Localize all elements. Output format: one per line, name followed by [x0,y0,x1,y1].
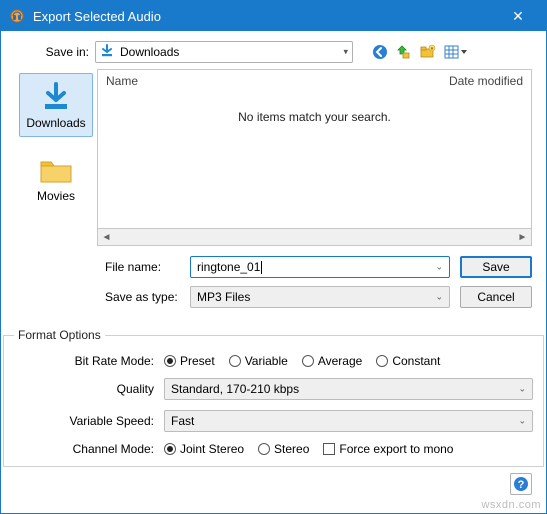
window-title: Export Selected Audio [33,9,498,24]
bitrate-radio-average[interactable]: Average [302,354,362,368]
channel-radio-stereo[interactable]: Stereo [258,442,309,456]
channel-label: Channel Mode: [14,442,164,456]
bitrate-radio-preset[interactable]: Preset [164,354,215,368]
help-button[interactable]: ? [510,473,532,495]
column-header-date[interactable]: Date modified [449,74,523,88]
scroll-left-icon[interactable]: ◄ [98,232,115,243]
quality-combo[interactable]: Standard, 170-210 kbps ⌄ [164,378,533,400]
bitrate-radio-variable[interactable]: Variable [229,354,288,368]
savein-value: Downloads [120,45,179,59]
text-cursor [261,261,262,274]
saveastype-label: Save as type: [15,290,190,304]
savein-label: Save in: [15,45,95,59]
column-header-name[interactable]: Name [106,74,449,88]
chevron-down-icon[interactable]: ⌄ [435,262,443,273]
nav-up-button[interactable] [395,43,413,61]
nav-newfolder-button[interactable]: ★ [419,43,437,61]
radio-icon [164,355,176,367]
bitrate-radio-constant[interactable]: Constant [376,354,440,368]
scroll-right-icon[interactable]: ► [514,232,531,243]
file-list[interactable]: Name Date modified No items match your s… [97,69,532,229]
app-icon [9,8,25,24]
channel-radio-joint[interactable]: Joint Stereo [164,442,244,456]
force-mono-checkbox[interactable]: Force export to mono [323,442,453,456]
chevron-down-icon: ▾ [343,47,348,58]
chevron-down-icon: ⌄ [518,384,526,395]
cancel-button[interactable]: Cancel [460,286,532,308]
radio-icon [376,355,388,367]
chevron-down-icon: ⌄ [518,416,526,427]
saveastype-combo[interactable]: MP3 Files ⌄ [190,286,450,308]
radio-icon [258,443,270,455]
varspeed-label: Variable Speed: [14,414,164,428]
quality-label: Quality [14,382,164,396]
folder-icon [21,153,91,187]
format-options-legend: Format Options [14,328,105,342]
radio-icon [164,443,176,455]
svg-text:★: ★ [430,46,435,52]
svg-text:?: ? [518,479,525,491]
varspeed-combo[interactable]: Fast ⌄ [164,410,533,432]
savein-combo[interactable]: Downloads ▾ [95,41,353,63]
places-sidebar: Downloads Movies [15,69,97,229]
nav-viewmenu-button[interactable] [443,43,469,61]
title-bar: Export Selected Audio ✕ [1,1,546,31]
save-button[interactable]: Save [460,256,532,278]
sidebar-item-label: Movies [21,189,91,203]
radio-icon [302,355,314,367]
chevron-down-icon: ⌄ [435,292,443,303]
filename-label: File name: [15,260,190,274]
bitrate-label: Bit Rate Mode: [14,354,164,368]
close-button[interactable]: ✕ [498,1,538,31]
sidebar-item-label: Downloads [22,116,90,130]
empty-message: No items match your search. [98,110,531,124]
download-icon [22,80,90,114]
sidebar-item-downloads[interactable]: Downloads [19,73,93,137]
radio-icon [229,355,241,367]
format-options-group: Format Options Bit Rate Mode: Preset Var… [3,328,544,467]
download-icon [100,44,114,61]
sidebar-item-movies[interactable]: Movies [19,147,93,209]
filename-input[interactable]: ringtone_01 ⌄ [190,256,450,278]
checkbox-icon [323,443,335,455]
horizontal-scrollbar[interactable]: ◄ ► [97,229,532,246]
nav-back-button[interactable] [371,43,389,61]
